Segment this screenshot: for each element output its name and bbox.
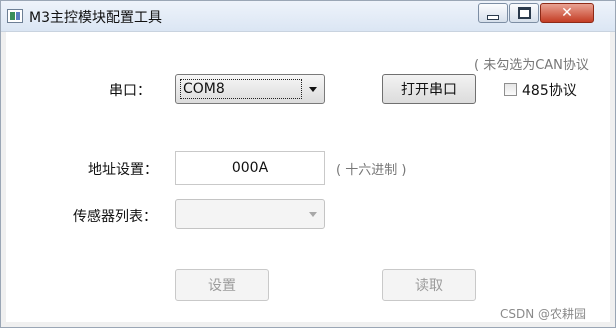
chevron-down-icon [309,212,317,217]
address-input[interactable]: 000A [175,151,325,185]
protocol-485-checkbox[interactable] [504,83,517,96]
sensor-list-label: 传感器列表： [73,209,157,225]
chevron-down-icon [309,87,317,92]
protocol-485-label: 485协议 [522,83,577,99]
protocol-hint: ( 未勾选为CAN协议 [474,58,589,73]
open-port-button[interactable]: 打开串口 [382,74,476,104]
client-area: ( 未勾选为CAN协议 串口： COM8 打开串口 485协议 地址设置： 00… [6,32,610,322]
maximize-icon [517,7,531,19]
window-title: M3主控模块配置工具 [29,10,162,26]
read-button[interactable]: 读取 [382,269,476,301]
minimize-icon [487,14,499,20]
set-button[interactable]: 设置 [175,269,269,301]
serial-port-label: 串口： [109,83,151,99]
sensor-list-select[interactable] [175,199,325,229]
address-label: 地址设置： [88,162,158,178]
serial-port-select[interactable]: COM8 [175,74,325,104]
serial-port-value: COM8 [180,79,302,99]
minimize-button[interactable] [478,3,508,23]
close-icon: ✕ [561,5,573,21]
title-bar[interactable]: M3主控模块配置工具 ✕ [1,1,615,32]
app-icon [7,9,23,23]
watermark: CSDN @农耕园 [500,307,587,321]
maximize-button[interactable] [509,3,539,23]
close-button[interactable]: ✕ [540,3,594,23]
address-hint: ( 十六进制 ) [336,163,407,178]
app-window: M3主控模块配置工具 ✕ ( 未勾选为CAN协议 串口： COM8 打开串口 4… [0,0,616,328]
